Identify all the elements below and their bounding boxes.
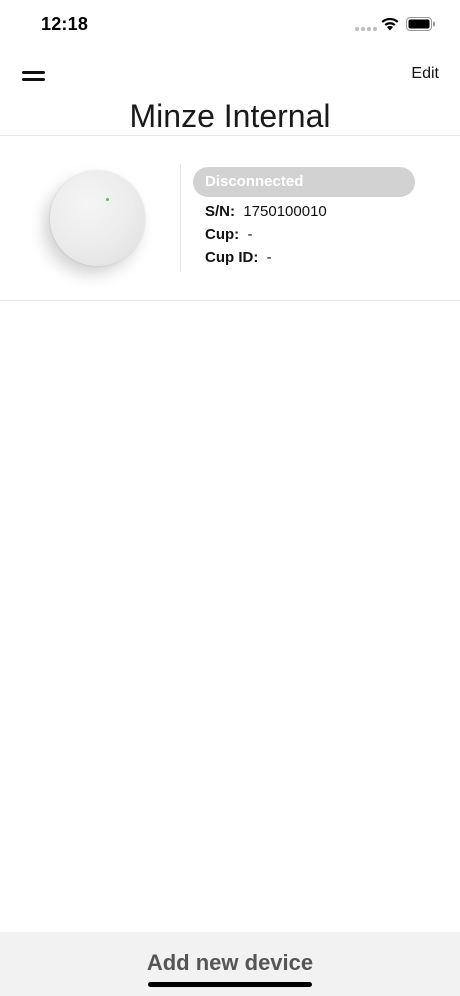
device-card[interactable]: Disconnected S/N: 1750100010 Cup: - Cup …	[0, 136, 460, 300]
serial-number-label: S/N:	[205, 203, 240, 220]
cup-row: Cup: -	[205, 226, 253, 243]
cup-value: -	[247, 226, 253, 243]
device-image	[40, 166, 150, 276]
page-title: Minze Internal	[129, 98, 331, 134]
cup-id-label: Cup ID:	[205, 249, 263, 266]
cup-label: Cup:	[205, 226, 244, 243]
wifi-icon	[381, 17, 399, 31]
edit-button[interactable]: Edit	[411, 65, 439, 83]
serial-number-row: S/N: 1750100010	[205, 203, 327, 220]
signal-dots-icon	[355, 27, 377, 31]
divider	[0, 300, 460, 301]
status-time: 12:18	[41, 14, 89, 34]
serial-number-value: 1750100010	[243, 203, 327, 220]
device-disc	[50, 171, 145, 266]
cup-id-row: Cup ID: -	[205, 249, 272, 266]
status-bar: 12:18	[0, 0, 460, 50]
home-indicator	[148, 982, 312, 987]
screen: 12:18 Edit Minze Internal Disconnected S…	[0, 0, 460, 996]
status-badge: Disconnected	[193, 167, 415, 197]
bottom-bar: Add new device	[0, 932, 460, 996]
hamburger-menu-icon[interactable]	[22, 69, 46, 85]
led-indicator	[106, 198, 109, 201]
card-divider	[180, 164, 181, 272]
add-new-device-button[interactable]: Add new device	[0, 950, 460, 976]
cup-id-value: -	[266, 249, 272, 266]
battery-icon	[406, 17, 435, 31]
